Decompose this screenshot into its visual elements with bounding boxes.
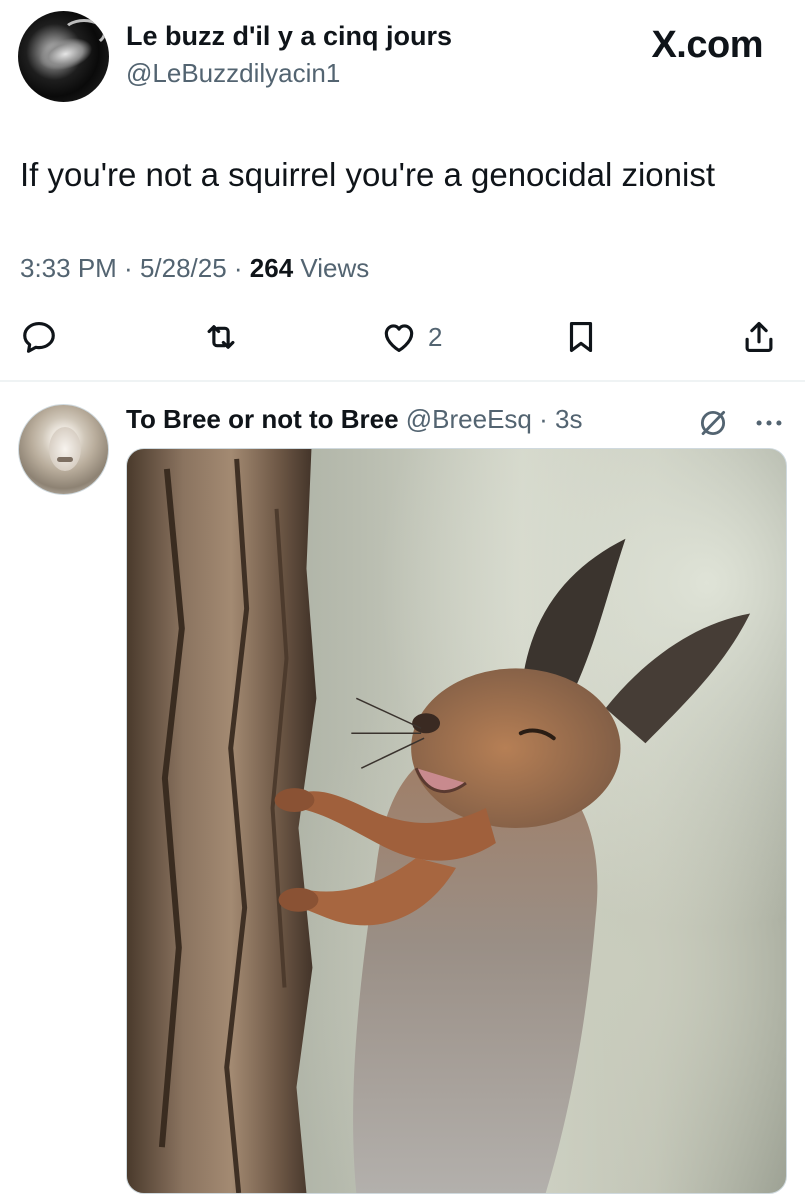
retweet-icon — [207, 325, 235, 349]
tweet-meta: 3:33 PM · 5/28/25 · 264 Views — [20, 253, 369, 284]
reply-icon — [23, 321, 55, 353]
avatar[interactable] — [18, 11, 109, 102]
reply-button[interactable] — [20, 312, 58, 362]
tweet-date[interactable]: 5/28/25 — [140, 253, 227, 283]
bookmark-button[interactable] — [562, 312, 600, 362]
brand-label: X.com — [651, 24, 763, 66]
views-label: Views — [293, 253, 370, 283]
squirrel-photo[interactable] — [126, 448, 787, 1194]
reply-author-name[interactable]: To Bree or not to Bree — [126, 404, 399, 434]
grok-icon[interactable] — [696, 406, 730, 440]
avatar[interactable] — [18, 404, 109, 495]
retweet-button[interactable] — [202, 312, 240, 362]
reply-header: To Bree or not to Bree @BreeEsq · 3s — [126, 404, 582, 435]
reply-tweet[interactable]: To Bree or not to Bree @BreeEsq · 3s — [0, 382, 805, 1200]
reply-author-handle[interactable]: @BreeEsq — [406, 404, 532, 434]
tweet-text: If you're not a squirrel you're a genoci… — [20, 156, 715, 193]
bookmark-icon — [569, 321, 593, 353]
meta-separator: · — [531, 404, 556, 434]
meta-separator: · — [116, 253, 140, 283]
share-icon — [745, 321, 773, 353]
main-tweet: Le buzz d'il y a cinq jours @LeBuzzdilya… — [0, 0, 805, 382]
author-handle[interactable]: @LeBuzzdilyacin1 — [126, 58, 340, 89]
heart-icon — [384, 324, 414, 353]
like-button[interactable]: 2 — [380, 312, 442, 362]
action-bar: 2 — [0, 312, 805, 362]
views-count: 264 — [249, 253, 294, 283]
tweet-time[interactable]: 3:33 PM — [20, 253, 117, 283]
author-name[interactable]: Le buzz d'il y a cinq jours — [126, 21, 452, 52]
like-count: 2 — [428, 321, 443, 352]
reply-time[interactable]: 3s — [555, 404, 582, 434]
meta-separator: · — [226, 253, 250, 283]
share-button[interactable] — [740, 312, 778, 362]
more-icon[interactable] — [752, 406, 786, 440]
